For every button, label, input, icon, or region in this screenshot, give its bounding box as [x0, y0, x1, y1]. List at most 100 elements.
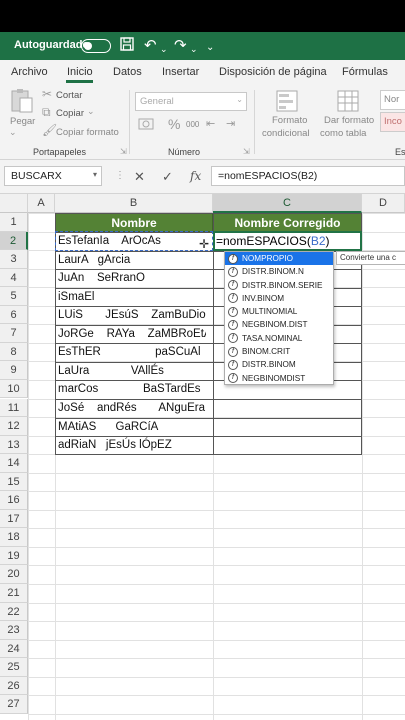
column-header-d[interactable]: D — [362, 194, 405, 213]
tab-disposicion[interactable]: Disposición de página — [219, 66, 327, 78]
table-format-label[interactable]: Dar formato — [324, 115, 374, 126]
cond-format-label[interactable]: Formato — [272, 115, 307, 126]
row-header[interactable]: 17 — [0, 509, 28, 529]
name-cell[interactable]: marCos BaSTardEs — [56, 380, 206, 398]
name-cell[interactable]: MAtiAS GaRCíA — [56, 418, 206, 436]
select-all-corner[interactable] — [0, 194, 28, 213]
row-header[interactable]: 7 — [0, 324, 28, 343]
autocomplete-item[interactable]: f MULTINOMIAL — [225, 305, 333, 318]
autocomplete-item[interactable]: f NOMPROPIO — [225, 252, 333, 266]
row-header[interactable]: 3 — [0, 250, 28, 269]
row-header[interactable]: 13 — [0, 435, 28, 455]
column-header-c[interactable]: C — [213, 194, 362, 213]
chevron-down-icon[interactable]: ⌄ — [160, 39, 168, 59]
name-cell[interactable]: EsThER paSCuAl — [56, 343, 206, 361]
tab-inicio[interactable]: Inicio — [67, 66, 93, 78]
row-header[interactable]: 27 — [0, 695, 28, 714]
tab-archivo[interactable]: Archivo — [11, 66, 48, 78]
header-nombre-corregido[interactable]: Nombre Corregido — [213, 213, 362, 232]
enter-icon[interactable]: ✓ — [162, 169, 173, 185]
copy-label[interactable]: Copiar — [56, 108, 84, 119]
number-format-select[interactable]: General ⌄ — [135, 92, 247, 111]
row-header[interactable]: 18 — [0, 528, 28, 547]
row-header[interactable]: 26 — [0, 676, 28, 696]
row-header[interactable]: 12 — [0, 417, 28, 436]
format-as-table-icon[interactable] — [337, 90, 359, 115]
row-header[interactable]: 11 — [0, 398, 28, 417]
name-box[interactable]: BUSCARX ▾ — [4, 166, 102, 186]
name-cell[interactable]: JoRGe RAYa ZaMBRoEtA — [56, 325, 206, 343]
row-header[interactable]: 4 — [0, 268, 28, 288]
row-header[interactable]: 1 — [0, 213, 28, 232]
row-header[interactable]: 20 — [0, 565, 28, 584]
tab-insertar[interactable]: Insertar — [162, 66, 199, 78]
autocomplete-item[interactable]: f NEGBINOMDIST — [225, 372, 333, 385]
autocomplete-item[interactable]: f TASA.NOMINAL — [225, 332, 333, 345]
autocomplete-item[interactable]: f DISTR.BINOM.SERIE — [225, 279, 333, 292]
row-header[interactable]: 2 — [0, 231, 28, 251]
increase-decimal-icon[interactable]: ⇤ — [206, 117, 215, 130]
row-header[interactable]: 15 — [0, 472, 28, 492]
row-header[interactable]: 10 — [0, 379, 28, 399]
name-cell[interactable]: LUiS JEsúS ZamBuDio — [56, 306, 206, 324]
table-format-label2[interactable]: como tabla — [320, 128, 366, 139]
currency-icon[interactable] — [138, 117, 160, 136]
conditional-format-icon[interactable] — [276, 90, 298, 115]
save-icon[interactable] — [120, 36, 134, 58]
dialog-launcher-icon[interactable]: ⇲ — [120, 147, 127, 156]
row-header[interactable]: 22 — [0, 602, 28, 622]
row-header[interactable]: 25 — [0, 658, 28, 677]
autocomplete-item[interactable]: f DISTR.BINOM.N — [225, 265, 333, 278]
column-header-a[interactable]: A — [28, 194, 55, 213]
paste-label[interactable]: Pegar — [10, 116, 35, 127]
format-painter-icon[interactable]: 🖌 — [42, 123, 57, 137]
copy-icon[interactable]: ⧉ — [42, 105, 51, 120]
name-cell[interactable]: LaUra VAllÉs — [56, 362, 206, 380]
name-cell[interactable]: JuAn SeRranO — [56, 269, 206, 287]
tab-datos[interactable]: Datos — [113, 66, 142, 78]
chevron-down-icon[interactable]: ⌄ — [190, 39, 198, 59]
row-header[interactable]: 21 — [0, 584, 28, 603]
thousands-icon[interactable]: 000 — [186, 120, 199, 129]
customize-icon[interactable]: ⌄ — [206, 38, 214, 58]
row-header[interactable]: 23 — [0, 621, 28, 640]
dialog-launcher-icon[interactable]: ⇲ — [243, 147, 250, 156]
row-header[interactable]: 14 — [0, 454, 28, 473]
header-nombre[interactable]: Nombre — [55, 213, 213, 232]
undo-icon[interactable]: ↶ — [144, 36, 157, 56]
active-cell-c2[interactable]: =nomESPACIOS(B2) — [213, 231, 362, 251]
autocomplete-item[interactable]: f DISTR.BINOM — [225, 358, 333, 371]
row-header[interactable]: 16 — [0, 491, 28, 510]
chevron-down-icon[interactable]: ⌄ — [87, 106, 95, 117]
row-header[interactable]: 9 — [0, 361, 28, 380]
scissors-icon[interactable]: ✂ — [42, 87, 52, 101]
insert-function-icon[interactable]: fx — [190, 169, 201, 183]
tab-formulas[interactable]: Fórmulas — [342, 66, 388, 78]
decrease-decimal-icon[interactable]: ⇥ — [226, 117, 235, 130]
autocomplete-item[interactable]: f INV.BINOM — [225, 292, 333, 305]
row-header[interactable]: 24 — [0, 639, 28, 659]
style-bad[interactable]: Inco — [380, 112, 405, 132]
autocomplete-item[interactable]: f NEGBINOM.DIST — [225, 318, 333, 331]
row-header[interactable]: 8 — [0, 342, 28, 362]
name-cell[interactable]: LaurA gArcia — [56, 251, 206, 269]
row-header[interactable]: 6 — [0, 305, 28, 325]
cond-format-label2[interactable]: condicional — [262, 128, 310, 139]
redo-icon[interactable]: ↷ — [174, 36, 187, 56]
autocomplete-item[interactable]: f BINOM.CRIT — [225, 345, 333, 358]
paste-icon[interactable] — [10, 88, 34, 117]
row-header[interactable]: 19 — [0, 546, 28, 566]
cancel-icon[interactable]: ✕ — [134, 169, 145, 185]
cut-label[interactable]: Cortar — [56, 90, 82, 101]
copy-format-label[interactable]: Copiar formato — [56, 127, 119, 138]
percent-icon[interactable]: % — [168, 116, 180, 132]
style-normal[interactable]: Nor — [380, 90, 405, 110]
column-header-b[interactable]: B — [55, 194, 213, 213]
chevron-down-icon[interactable]: ⌄ — [9, 127, 17, 138]
formula-input[interactable]: =nomESPACIOS(B2) — [211, 166, 405, 186]
name-cell[interactable]: JoSé andRés ANguEra — [56, 399, 206, 417]
name-cell[interactable]: adRiaN jEsÚs lÓpEZ — [56, 436, 206, 454]
autosave-toggle[interactable] — [81, 39, 111, 53]
row-header[interactable]: 5 — [0, 287, 28, 306]
name-cell[interactable]: iSmaEl — [56, 288, 206, 306]
